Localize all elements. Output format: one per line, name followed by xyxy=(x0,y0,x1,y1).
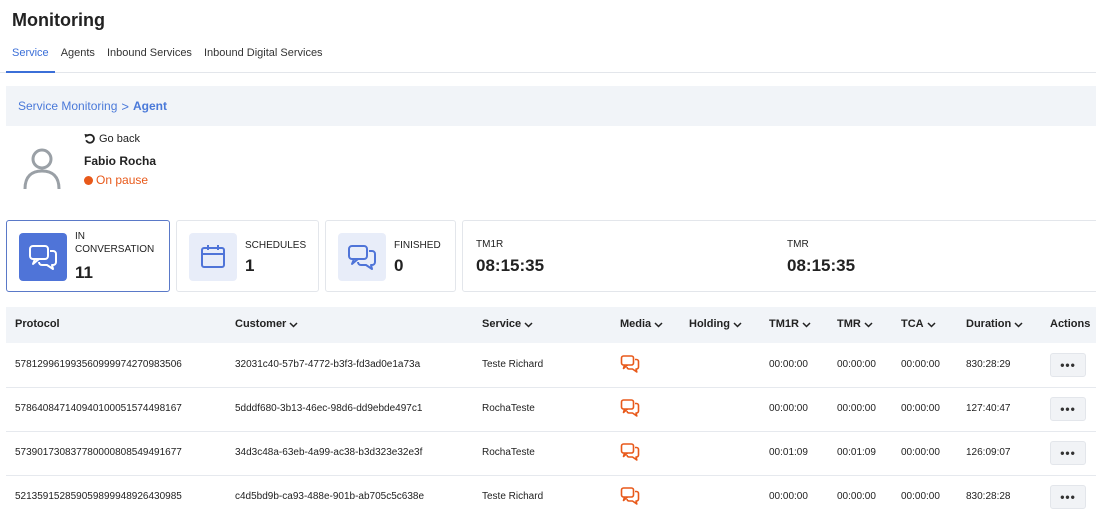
column-header-service[interactable]: Service xyxy=(482,318,533,330)
card-metrics: TM1R 08:15:35 TMR 08:15:35 xyxy=(462,220,1096,292)
cell-tm1r: 00:01:09 xyxy=(769,447,808,458)
card-finished[interactable]: FINISHED 0 xyxy=(325,220,456,292)
cell-customer: 32031c40-57b7-4772-b3f3-fd3ad0e1a73a xyxy=(235,359,421,370)
column-header-actions: Actions xyxy=(1050,318,1091,330)
card-label: IN CONVERSATION xyxy=(75,231,155,255)
cell-service: Teste Richard xyxy=(482,359,544,370)
cell-service: Teste Richard xyxy=(482,491,544,502)
tab-bar: Service Agents Inbound Services Inbound … xyxy=(0,44,1096,73)
cell-service: RochaTeste xyxy=(482,447,535,458)
tab-inbound-digital-services[interactable]: Inbound Digital Services xyxy=(198,44,329,73)
cell-duration: 830:28:28 xyxy=(966,491,1011,502)
chevron-down-icon xyxy=(524,321,533,328)
chat-icon xyxy=(620,487,640,505)
table-header: Protocol Customer Service Media Holding … xyxy=(6,307,1096,343)
cell-tmr: 00:00:00 xyxy=(837,403,876,414)
cell-tm1r: 00:00:00 xyxy=(769,359,808,370)
table-row[interactable]: 578640847140940100051574498167 5dddf680-3… xyxy=(6,388,1096,432)
row-actions-button[interactable]: ••• xyxy=(1050,353,1086,377)
cell-customer: 34d3c48a-63eb-4a99-ac38-b3d323e32e3f xyxy=(235,447,423,458)
metric-value-tm1r: 08:15:35 xyxy=(476,256,545,275)
cell-tca: 00:00:00 xyxy=(901,403,940,414)
breadcrumb-current: Agent xyxy=(132,99,167,113)
card-in-conversation[interactable]: IN CONVERSATION 11 xyxy=(6,220,170,292)
column-header-duration[interactable]: Duration xyxy=(966,318,1023,330)
card-label: SCHEDULES xyxy=(245,240,307,251)
chevron-down-icon xyxy=(289,321,298,328)
chevron-down-icon xyxy=(927,321,936,328)
card-label: FINISHED xyxy=(394,240,441,251)
chevron-down-icon xyxy=(733,321,742,328)
breadcrumb-service-monitoring[interactable]: Service Monitoring xyxy=(18,99,117,113)
cell-tca: 00:00:00 xyxy=(901,359,940,370)
cell-service: RochaTeste xyxy=(482,403,535,414)
column-header-protocol: Protocol xyxy=(15,318,60,330)
chat-bubbles-icon xyxy=(338,233,386,281)
go-back-label: Go back xyxy=(99,133,140,145)
calendar-icon xyxy=(189,233,237,281)
row-actions-button[interactable]: ••• xyxy=(1050,397,1086,421)
card-value: 0 xyxy=(394,256,404,275)
status-dot-icon xyxy=(84,175,93,185)
cell-customer: c4d5bd9b-ca93-488e-901b-ab705c5c638e xyxy=(235,491,425,502)
cell-customer: 5dddf680-3b13-46ec-98d6-dd9ebde497c1 xyxy=(235,403,423,414)
cell-duration: 127:40:47 xyxy=(966,403,1011,414)
cell-tmr: 00:00:00 xyxy=(837,491,876,502)
chevron-down-icon xyxy=(802,321,811,328)
table-row[interactable]: 521359152859059899948926430985 c4d5bd9b-c… xyxy=(6,476,1096,517)
chat-bubbles-icon xyxy=(19,233,67,281)
card-value: 1 xyxy=(245,256,255,275)
cell-tm1r: 00:00:00 xyxy=(769,491,808,502)
column-header-tm1r[interactable]: TM1R xyxy=(769,318,811,330)
cell-tmr: 00:01:09 xyxy=(837,447,876,458)
chevron-down-icon xyxy=(654,321,663,328)
chat-icon xyxy=(620,399,640,417)
undo-icon xyxy=(84,133,95,144)
cell-protocol: 573901730837780000808549491677 xyxy=(15,447,182,458)
cell-tm1r: 00:00:00 xyxy=(769,403,808,414)
page-title: Monitoring xyxy=(12,10,105,30)
chevron-down-icon xyxy=(864,321,873,328)
metric-label-tmr: TMR xyxy=(787,239,809,250)
breadcrumb: Service Monitoring > Agent xyxy=(6,86,1096,126)
agent-status: On pause xyxy=(84,173,148,187)
go-back-button[interactable]: Go back xyxy=(84,133,140,145)
card-schedules[interactable]: SCHEDULES 1 xyxy=(176,220,319,292)
metric-label-tm1r: TM1R xyxy=(476,239,504,250)
column-header-holding[interactable]: Holding xyxy=(689,318,742,330)
card-value: 11 xyxy=(75,263,93,282)
column-header-customer[interactable]: Customer xyxy=(235,318,298,330)
table-row[interactable]: 573901730837780000808549491677 34d3c48a-6… xyxy=(6,432,1096,476)
cell-duration: 126:09:07 xyxy=(966,447,1011,458)
chat-icon xyxy=(620,355,640,373)
table-row[interactable]: 578129961993560999974270983506 32031c40-5… xyxy=(6,344,1096,388)
cell-protocol: 521359152859059899948926430985 xyxy=(15,491,182,502)
agent-status-label: On pause xyxy=(96,173,149,187)
cell-tca: 00:00:00 xyxy=(901,447,940,458)
breadcrumb-separator: > xyxy=(121,98,129,114)
column-header-tmr[interactable]: TMR xyxy=(837,318,873,330)
row-actions-button[interactable]: ••• xyxy=(1050,485,1086,509)
agent-name: Fabio Rocha xyxy=(84,154,157,168)
row-actions-button[interactable]: ••• xyxy=(1050,441,1086,465)
column-header-tca[interactable]: TCA xyxy=(901,318,936,330)
metric-value-tmr: 08:15:35 xyxy=(787,256,856,275)
tab-inbound-services[interactable]: Inbound Services xyxy=(101,44,198,73)
avatar xyxy=(23,148,61,190)
cell-tmr: 00:00:00 xyxy=(837,359,876,370)
chat-icon xyxy=(620,443,640,461)
cell-tca: 00:00:00 xyxy=(901,491,940,502)
cell-duration: 830:28:29 xyxy=(966,359,1011,370)
cell-protocol: 578640847140940100051574498167 xyxy=(15,403,182,414)
cell-protocol: 578129961993560999974270983506 xyxy=(15,359,182,370)
column-header-media[interactable]: Media xyxy=(620,318,663,330)
chevron-down-icon xyxy=(1014,321,1023,328)
tab-agents[interactable]: Agents xyxy=(55,44,101,73)
tab-service[interactable]: Service xyxy=(6,44,55,73)
